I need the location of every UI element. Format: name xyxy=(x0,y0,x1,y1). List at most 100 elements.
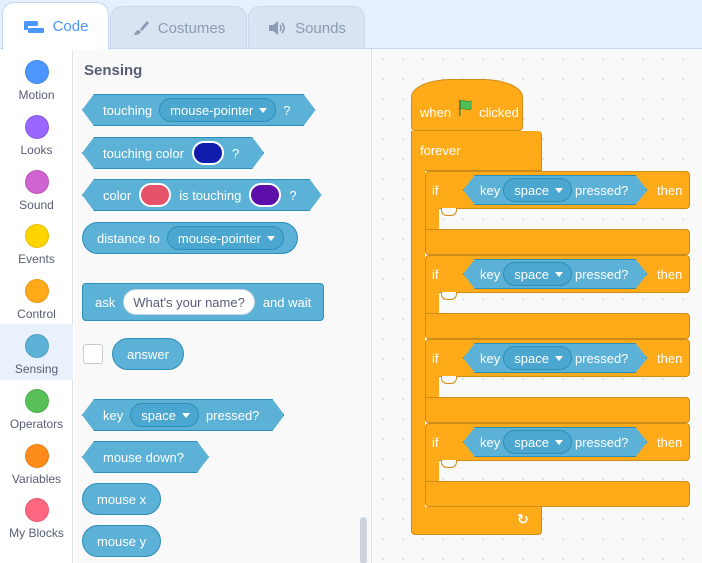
mouse-down-block[interactable]: mouse down? xyxy=(82,441,209,473)
menu-value: space xyxy=(514,266,549,282)
key-pressed-condition[interactable]: key space pressed? xyxy=(463,259,647,289)
color-swatch[interactable] xyxy=(139,183,171,207)
loop-arrow-icon: ↻ xyxy=(517,511,529,527)
then-label: then xyxy=(657,351,683,366)
key-pressed-condition[interactable]: key space pressed? xyxy=(463,427,647,457)
category-my-blocks[interactable]: My Blocks xyxy=(0,490,73,544)
category-operators[interactable]: Operators xyxy=(0,381,73,435)
block-label: pressed? xyxy=(574,266,629,282)
sensing-category-dot-icon xyxy=(24,334,49,358)
block-label: if xyxy=(432,266,439,282)
menu-value: space xyxy=(514,434,549,450)
block-label: touching color xyxy=(103,145,184,161)
ask-and-wait-block[interactable]: ask What's your name? and wait xyxy=(82,283,325,321)
ask-text-input[interactable]: What's your name? xyxy=(123,289,255,315)
touching-menu[interactable]: mouse-pointer xyxy=(159,98,276,122)
mouse-x-block[interactable]: mouse x xyxy=(82,483,162,515)
block-palette: Sensing touching mouse-pointer ? touchin… xyxy=(74,49,372,563)
category-looks[interactable]: Looks xyxy=(0,107,73,161)
when-flag-clicked-block[interactable]: when clicked xyxy=(411,79,523,131)
operators-category-dot-icon xyxy=(24,389,49,413)
brush-icon xyxy=(132,19,150,37)
color-is-touching-block[interactable]: color is touching ? xyxy=(82,179,322,211)
category-control[interactable]: Control xyxy=(0,271,73,325)
menu-value: space xyxy=(141,407,176,423)
sound-category-dot-icon xyxy=(24,170,49,194)
category-sound[interactable]: Sound xyxy=(0,162,73,216)
chevron-down-icon xyxy=(555,188,563,193)
if-bottom xyxy=(425,397,690,423)
block-label: if xyxy=(432,350,439,366)
slot-notch xyxy=(441,460,457,468)
category-sensing[interactable]: Sensing xyxy=(0,324,73,380)
block-label: color xyxy=(103,187,132,203)
if-bottom xyxy=(425,313,690,339)
category-motion[interactable]: Motion xyxy=(0,52,73,106)
block-label: distance to xyxy=(97,230,160,246)
key-menu[interactable]: space xyxy=(503,430,572,454)
distance-to-menu[interactable]: mouse-pointer xyxy=(166,226,284,250)
script-area[interactable]: when clicked forever if key space presse… xyxy=(373,49,702,563)
block-label: if xyxy=(432,182,439,198)
forever-arm xyxy=(411,169,425,519)
mouse-y-block[interactable]: mouse y xyxy=(82,525,162,557)
then-label: then xyxy=(657,183,683,198)
category-label: Motion xyxy=(18,88,55,102)
forever-block[interactable]: forever xyxy=(411,131,542,171)
block-label: clicked xyxy=(479,105,519,120)
tab-costumes[interactable]: Costumes xyxy=(110,6,247,49)
touching-color-block[interactable]: touching color ? xyxy=(82,137,264,169)
tab-sounds-label: Sounds xyxy=(295,19,346,37)
tab-sounds[interactable]: Sounds xyxy=(248,6,365,49)
block-label: answer xyxy=(127,346,169,362)
category-label: My Blocks xyxy=(9,526,64,540)
block-label: forever xyxy=(420,143,461,158)
block-label: ? xyxy=(231,145,240,161)
block-label: and wait xyxy=(262,294,312,310)
key-menu[interactable]: space xyxy=(503,262,572,286)
chevron-down-icon xyxy=(259,108,267,113)
category-events[interactable]: Events xyxy=(0,216,73,270)
block-label: key xyxy=(480,266,501,282)
looks-category-dot-icon xyxy=(24,115,49,139)
tab-code[interactable]: Code xyxy=(2,2,109,50)
palette-section-title: Sensing xyxy=(84,62,143,79)
touching-block[interactable]: touching mouse-pointer ? xyxy=(82,94,316,126)
category-variables[interactable]: Variables xyxy=(0,436,73,490)
then-label: then xyxy=(657,435,683,450)
category-label: Control xyxy=(17,307,56,321)
distance-to-block[interactable]: distance to mouse-pointer xyxy=(82,222,298,254)
key-menu[interactable]: space xyxy=(503,346,572,370)
block-label: is touching xyxy=(179,187,242,203)
key-menu[interactable]: space xyxy=(503,178,572,202)
block-label: mouse x xyxy=(97,491,147,507)
tab-code-label: Code xyxy=(52,18,89,35)
block-label: key xyxy=(480,182,501,198)
chevron-down-icon xyxy=(266,235,275,241)
if-bottom xyxy=(425,229,690,255)
block-label: touching xyxy=(103,102,153,118)
key-pressed-block[interactable]: key space pressed? xyxy=(82,399,284,431)
menu-value: mouse-pointer xyxy=(170,102,254,118)
palette-scrollbar[interactable] xyxy=(360,517,367,563)
block-label: ? xyxy=(289,187,297,203)
answer-block[interactable]: answer xyxy=(112,338,184,370)
color-swatch[interactable] xyxy=(249,183,281,207)
speaker-icon xyxy=(267,20,287,36)
block-label: ? xyxy=(283,102,291,118)
category-label: Operators xyxy=(9,417,64,431)
chevron-down-icon xyxy=(182,413,190,418)
menu-value: mouse-pointer xyxy=(177,230,261,246)
tab-costumes-label: Costumes xyxy=(157,19,226,37)
menu-value: space xyxy=(514,182,549,198)
key-pressed-condition[interactable]: key space pressed? xyxy=(463,343,647,373)
answer-checkbox[interactable] xyxy=(83,344,103,364)
scratch-editor: Code Costumes Sounds Motion Looks Sound xyxy=(0,0,702,563)
category-label: Looks xyxy=(20,143,53,157)
key-pressed-condition[interactable]: key space pressed? xyxy=(463,175,647,205)
key-menu[interactable]: space xyxy=(130,403,199,427)
color-swatch[interactable] xyxy=(192,141,224,165)
then-label: then xyxy=(657,267,683,282)
variables-category-dot-icon xyxy=(24,444,49,468)
block-label: mouse y xyxy=(97,533,147,549)
